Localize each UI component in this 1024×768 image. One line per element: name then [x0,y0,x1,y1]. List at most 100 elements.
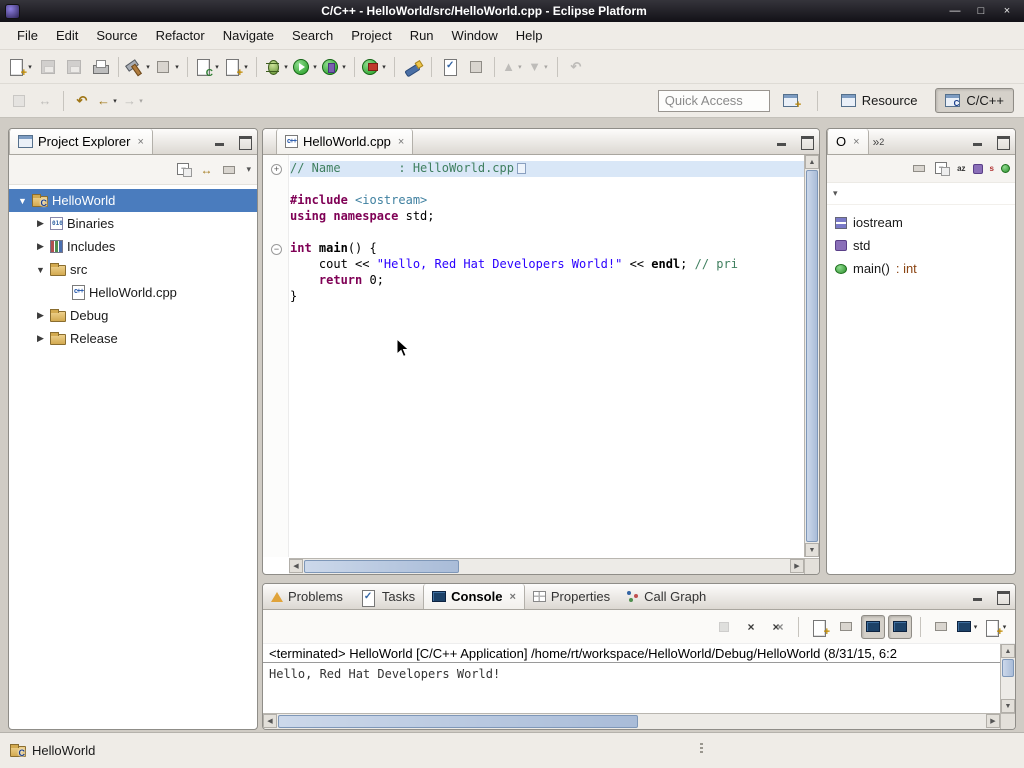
minimize-view-button[interactable] [775,135,790,148]
dropdown-caret-icon[interactable]: ▾ [380,63,388,71]
pin-editor-button[interactable] [7,88,31,114]
focus-icon[interactable] [910,162,928,175]
close-icon[interactable]: × [509,591,515,603]
fold-collapse-icon[interactable]: − [271,244,282,255]
statusbar-drag-handle[interactable] [700,743,703,755]
console-horizontal-scrollbar[interactable]: ◀ ▶ [263,713,1000,729]
previous-annotation-button[interactable]: ▲▾ [501,54,525,80]
dropdown-caret-icon[interactable]: ▾ [144,63,152,71]
open-console-button[interactable]: ▾ [983,615,1007,639]
scroll-right-icon[interactable]: ▶ [986,714,1000,728]
code-editor[interactable]: + − // Name : HelloWorld.cpp #include <i… [263,155,804,557]
fold-expand-icon[interactable]: + [271,164,282,175]
show-console-on-stdout-button[interactable] [861,615,885,639]
menu-run[interactable]: Run [401,24,443,47]
menu-refactor[interactable]: Refactor [147,24,214,47]
menu-edit[interactable]: Edit [47,24,87,47]
sort-icon[interactable]: az [957,164,965,173]
expander-icon[interactable]: ▶ [35,310,46,321]
editor-horizontal-scrollbar[interactable]: ◀ ▶ [289,558,804,574]
tab-overflow-button[interactable]: »2 [869,129,889,154]
forward-button[interactable]: →▾ [122,88,146,114]
next-annotation-button[interactable]: ▼▾ [527,54,551,80]
remove-all-launches-button[interactable]: ×× [766,615,790,639]
expander-icon[interactable]: ▼ [35,265,46,275]
focus-icon[interactable] [220,163,238,177]
link-with-editor-icon[interactable]: ↔ [200,163,212,177]
tab-outline[interactable]: O × [827,129,869,154]
pin-console-button[interactable] [929,615,953,639]
outline-item-std[interactable]: std [835,234,1015,257]
collapse-all-icon[interactable] [177,163,192,177]
perspective-resource-button[interactable]: Resource [831,88,928,113]
menu-project[interactable]: Project [342,24,400,47]
scrollbar-thumb[interactable] [304,560,459,573]
open-task-button[interactable] [438,54,462,80]
last-edit-location-button[interactable]: ↶ [564,54,588,80]
tree-item-debug[interactable]: ▶ Debug [9,304,257,327]
menu-help[interactable]: Help [507,24,552,47]
tab-project-explorer[interactable]: Project Explorer × [9,129,153,154]
clear-console-button[interactable] [807,615,831,639]
save-button[interactable] [36,54,60,80]
display-selected-console-button[interactable]: ▾ [956,615,980,639]
console-vertical-scrollbar[interactable]: ▲ ▼ [1000,644,1015,713]
console-output[interactable]: Hello, Red Hat Developers World! [263,664,1000,713]
new-source-file-button[interactable]: ▾ [223,54,250,80]
search-button[interactable] [401,54,425,80]
dropdown-caret-icon[interactable]: ▾ [972,623,980,631]
expander-icon[interactable]: ▼ [17,196,28,206]
build-config-button[interactable]: ▾ [154,54,181,80]
minimize-view-button[interactable] [213,135,228,148]
print-button[interactable] [88,54,112,80]
dropdown-caret-icon[interactable]: ▾ [516,63,524,71]
menu-window[interactable]: Window [443,24,507,47]
expander-icon[interactable]: ▶ [35,218,46,229]
minimize-view-button[interactable] [971,590,986,603]
window-close-button[interactable]: × [1000,3,1014,19]
build-all-button[interactable]: ▾ [125,54,152,80]
close-icon[interactable]: × [398,136,404,148]
scrollbar-thumb[interactable] [806,170,818,542]
tab-console[interactable]: Console × [423,584,525,609]
open-perspective-button[interactable] [779,88,803,114]
dropdown-caret-icon[interactable]: ▾ [213,63,221,71]
dropdown-caret-icon[interactable]: ▾ [542,63,550,71]
save-all-button[interactable] [62,54,86,80]
scrollbar-thumb[interactable] [1002,659,1014,677]
hide-static-icon[interactable]: s [990,164,994,173]
close-icon[interactable]: × [137,136,143,148]
remove-launch-button[interactable]: × [739,615,763,639]
scroll-left-icon[interactable]: ◀ [263,714,277,728]
window-maximize-button[interactable]: □ [974,3,988,19]
menu-search[interactable]: Search [283,24,342,47]
new-wizard-button[interactable]: ▾ [7,54,34,80]
tree-item-includes[interactable]: ▶ Includes [9,235,257,258]
new-cpp-class-button[interactable]: ▾ [194,54,221,80]
scroll-up-icon[interactable]: ▲ [805,155,819,169]
dropdown-caret-icon[interactable]: ▾ [111,97,119,105]
expander-icon[interactable]: ▶ [35,241,46,252]
tab-problems[interactable]: Problems [263,584,351,609]
expander-icon[interactable]: ▶ [35,333,46,344]
view-menu-icon[interactable]: ▾ [833,188,838,199]
collapse-all-icon[interactable] [935,162,950,176]
outline-item-main[interactable]: main() : int [835,257,1015,280]
menu-navigate[interactable]: Navigate [214,24,283,47]
close-icon[interactable]: × [853,136,859,148]
run-button[interactable]: ▾ [292,54,319,80]
hide-fields-icon[interactable] [973,164,983,174]
bookmark-button[interactable] [464,54,488,80]
tree-item-release[interactable]: ▶ Release [9,327,257,350]
last-edit-location-nav-button[interactable]: ↶ [70,88,94,114]
dropdown-caret-icon[interactable]: ▾ [340,63,348,71]
minimize-view-button[interactable] [971,135,986,148]
menu-source[interactable]: Source [87,24,146,47]
window-minimize-button[interactable]: — [948,3,962,19]
tree-item-helloworld-cpp[interactable]: ▶ HelloWorld.cpp [9,281,257,304]
scrollbar-thumb[interactable] [278,715,638,728]
scroll-down-icon[interactable]: ▼ [805,543,819,557]
tab-tasks[interactable]: Tasks [351,584,423,609]
show-console-on-stderr-button[interactable] [888,615,912,639]
maximize-view-button[interactable] [799,135,814,148]
